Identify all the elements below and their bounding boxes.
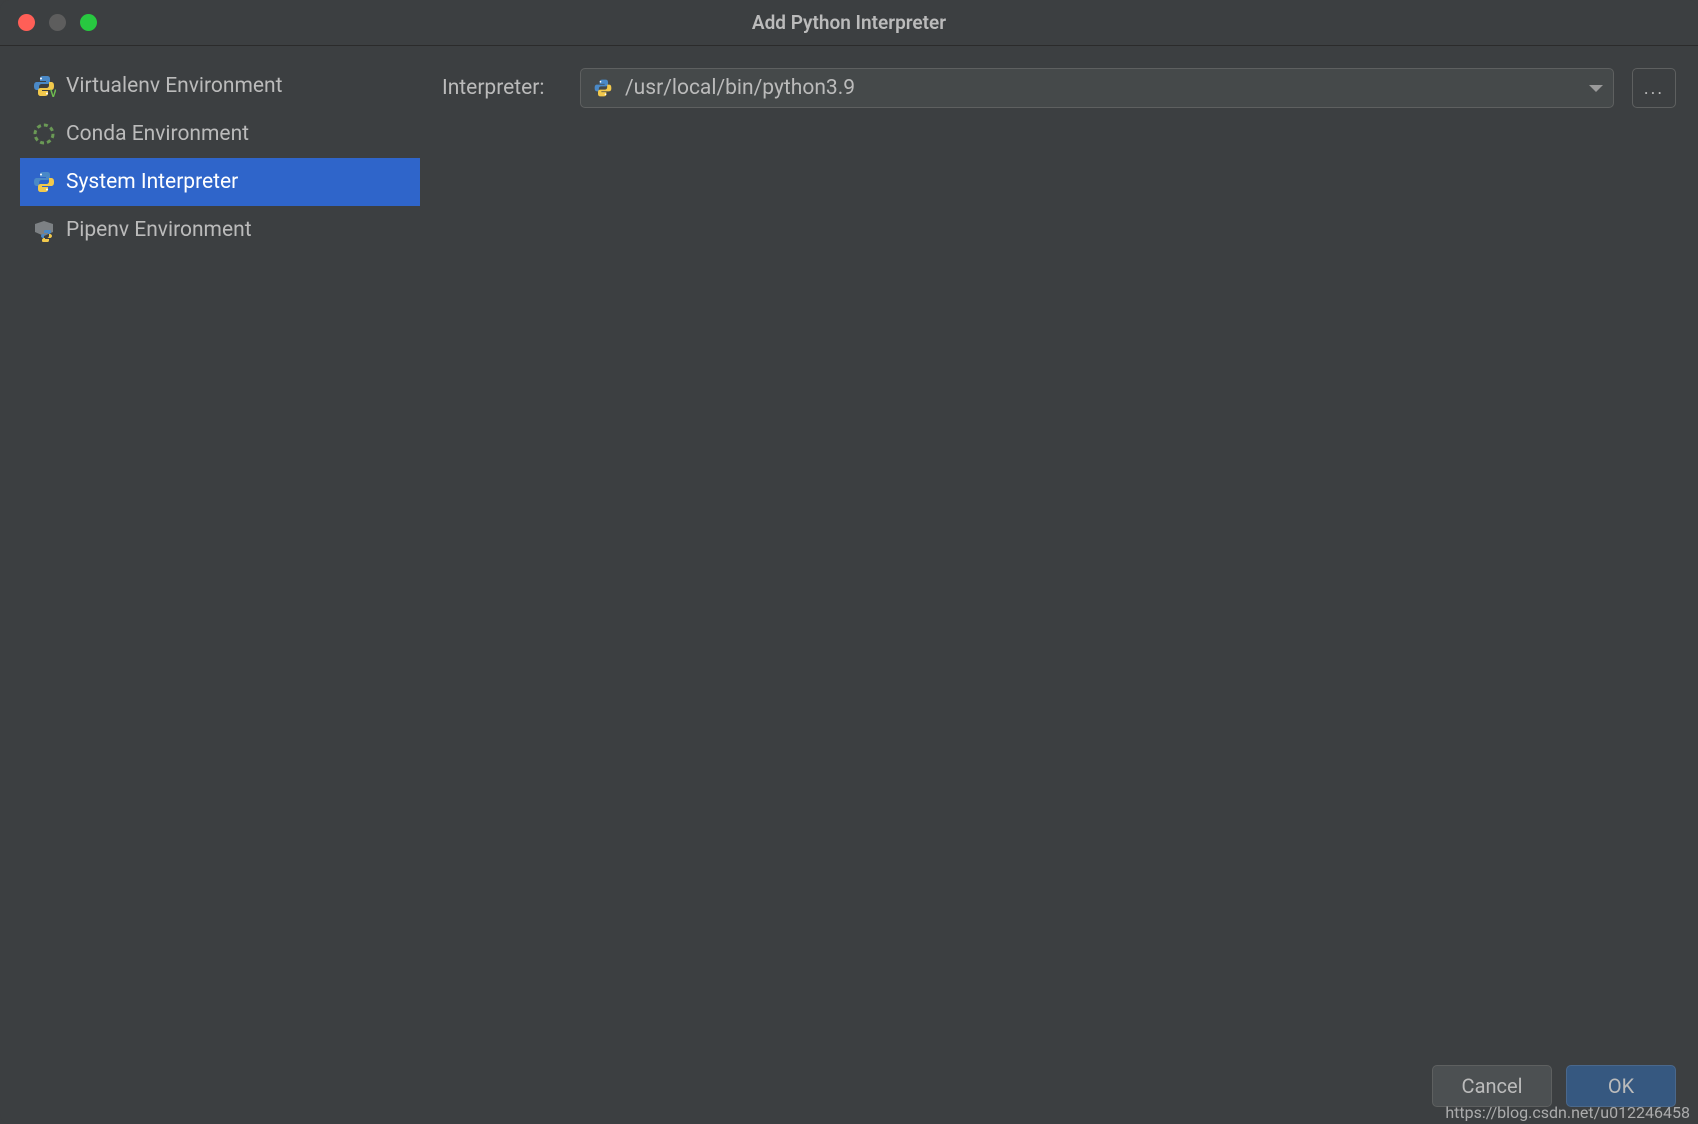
ok-button-label: OK [1608,1074,1634,1098]
interpreter-type-sidebar: V Virtualenv Environment Conda Environme… [0,62,420,1048]
main-panel: Interpreter: /usr/local/bin/python3.9 [420,62,1698,1048]
ok-button[interactable]: OK [1566,1065,1676,1107]
svg-text:V: V [50,89,56,98]
sidebar-item-pipenv[interactable]: Pipenv Environment [20,206,420,254]
cancel-button-label: Cancel [1462,1074,1523,1098]
sidebar-item-label: Conda Environment [66,122,249,146]
interpreter-label: Interpreter: [442,76,562,100]
python-icon [32,170,56,194]
browse-button[interactable]: ... [1632,68,1676,108]
interpreter-row: Interpreter: /usr/local/bin/python3.9 [442,68,1676,108]
maximize-window-button[interactable] [80,14,97,31]
conda-icon [32,122,56,146]
chevron-down-icon [1589,85,1603,92]
window-title: Add Python Interpreter [752,11,946,34]
sidebar-item-virtualenv[interactable]: V Virtualenv Environment [20,62,420,110]
dialog-window: Add Python Interpreter V Virtualenv Envi… [0,0,1698,1124]
sidebar-item-label: Pipenv Environment [66,218,252,242]
dialog-body: V Virtualenv Environment Conda Environme… [0,46,1698,1048]
traffic-lights [0,14,97,31]
interpreter-combobox[interactable]: /usr/local/bin/python3.9 [580,68,1614,108]
ellipsis-icon: ... [1644,78,1664,99]
interpreter-value: /usr/local/bin/python3.9 [625,76,855,100]
sidebar-item-label: Virtualenv Environment [66,74,283,98]
python-venv-icon: V [32,74,56,98]
close-window-button[interactable] [18,14,35,31]
dialog-footer: Cancel OK [0,1048,1698,1124]
sidebar-item-label: System Interpreter [66,170,238,194]
pipenv-icon [32,218,56,242]
titlebar: Add Python Interpreter [0,0,1698,46]
sidebar-item-system-interpreter[interactable]: System Interpreter [20,158,420,206]
sidebar-item-conda[interactable]: Conda Environment [20,110,420,158]
cancel-button[interactable]: Cancel [1432,1065,1552,1107]
python-icon [591,76,615,100]
minimize-window-button[interactable] [49,14,66,31]
